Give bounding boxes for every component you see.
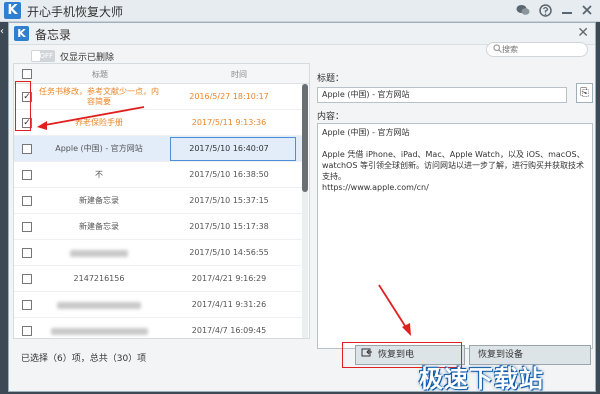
wechat-icon[interactable] [516, 4, 530, 18]
watermark-text: 极速下载站 [419, 365, 544, 393]
help-icon[interactable] [538, 4, 552, 18]
memo-dialog: K 备忘录 ✕ OFF 仅显示已删除 标题 时间 ✓任务书移改，参考文献少一点，… [8, 22, 596, 393]
annotation-arrows [37, 106, 411, 336]
back-icon[interactable]: ‹ [0, 22, 8, 42]
app-title-bar: K 开心手机恢复大师 [0, 0, 600, 22]
app-title: 开心手机恢复大师 [27, 5, 124, 19]
minimize-icon[interactable] [560, 4, 574, 18]
app-logo-icon: K [4, 2, 21, 19]
close-icon[interactable] [580, 4, 594, 18]
